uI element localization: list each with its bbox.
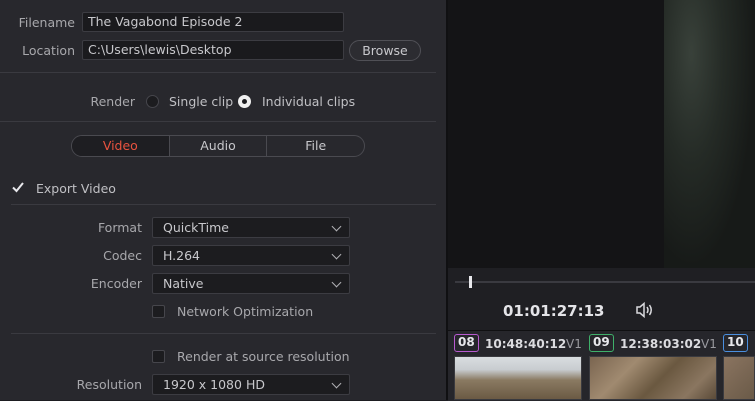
divider — [11, 333, 436, 334]
scrubber-track[interactable] — [455, 281, 755, 283]
settings-tabs: Video Audio File — [71, 135, 365, 157]
resolution-label: Resolution — [76, 377, 142, 392]
clip-track: V1 — [701, 337, 717, 351]
transport-bar — [448, 268, 755, 330]
filename-label: Filename — [18, 15, 75, 30]
divider — [0, 121, 436, 122]
export-video-label: Export Video — [36, 181, 116, 196]
codec-label: Codec — [103, 248, 142, 263]
viewer-frame-image — [664, 0, 755, 268]
clip-index-badge: 09 — [589, 334, 614, 352]
codec-value: H.264 — [163, 248, 201, 263]
resolution-select[interactable]: 1920 x 1080 HD — [152, 374, 350, 395]
encoder-value: Native — [163, 276, 204, 291]
chevron-down-icon — [331, 277, 342, 288]
clip-index-badge: 08 — [454, 334, 479, 352]
speaker-icon[interactable] — [635, 301, 655, 319]
format-select[interactable]: QuickTime — [152, 217, 350, 238]
clip-thumbnail[interactable] — [589, 356, 717, 400]
divider — [11, 204, 436, 205]
location-input[interactable]: C:\Users\lewis\Desktop — [82, 40, 344, 60]
format-label: Format — [97, 220, 142, 235]
network-optimization-label: Network Optimization — [177, 304, 314, 319]
render-source-resolution-label: Render at source resolution — [177, 349, 350, 364]
clip-timecode: 10:48:40:12 — [485, 337, 567, 351]
checkmark-icon — [12, 182, 24, 193]
render-source-resolution-checkbox[interactable] — [152, 350, 165, 363]
render-label: Render — [90, 94, 135, 109]
network-optimization-checkbox[interactable] — [152, 305, 165, 318]
encoder-select[interactable]: Native — [152, 273, 350, 294]
export-video-checkbox[interactable] — [11, 180, 25, 194]
timecode-display: 01:01:27:13 — [503, 302, 605, 320]
browse-button[interactable]: Browse — [349, 40, 421, 61]
chevron-down-icon — [331, 378, 342, 389]
playhead[interactable] — [469, 276, 472, 288]
divider — [0, 72, 436, 73]
single-clip-radio[interactable] — [146, 95, 159, 108]
codec-select[interactable]: H.264 — [152, 245, 350, 266]
single-clip-label[interactable]: Single clip — [169, 94, 233, 109]
location-label: Location — [22, 43, 75, 58]
resolution-value: 1920 x 1080 HD — [163, 377, 265, 392]
format-value: QuickTime — [163, 220, 229, 235]
encoder-label: Encoder — [90, 276, 142, 291]
chevron-down-icon — [331, 249, 342, 260]
chevron-down-icon — [331, 221, 342, 232]
tab-audio[interactable]: Audio — [170, 136, 268, 156]
individual-clips-radio[interactable] — [238, 95, 251, 108]
individual-clips-label[interactable]: Individual clips — [262, 94, 355, 109]
clip-track: V1 — [566, 337, 582, 351]
tab-file[interactable]: File — [267, 136, 364, 156]
filename-input[interactable]: The Vagabond Episode 2 — [82, 12, 344, 32]
clip-thumbnail[interactable] — [723, 356, 755, 400]
tab-video[interactable]: Video — [72, 136, 170, 156]
clip-thumbnail[interactable] — [454, 356, 582, 400]
clip-timecode: 12:38:03:02 — [620, 337, 702, 351]
clip-index-badge: 10 — [723, 334, 748, 352]
